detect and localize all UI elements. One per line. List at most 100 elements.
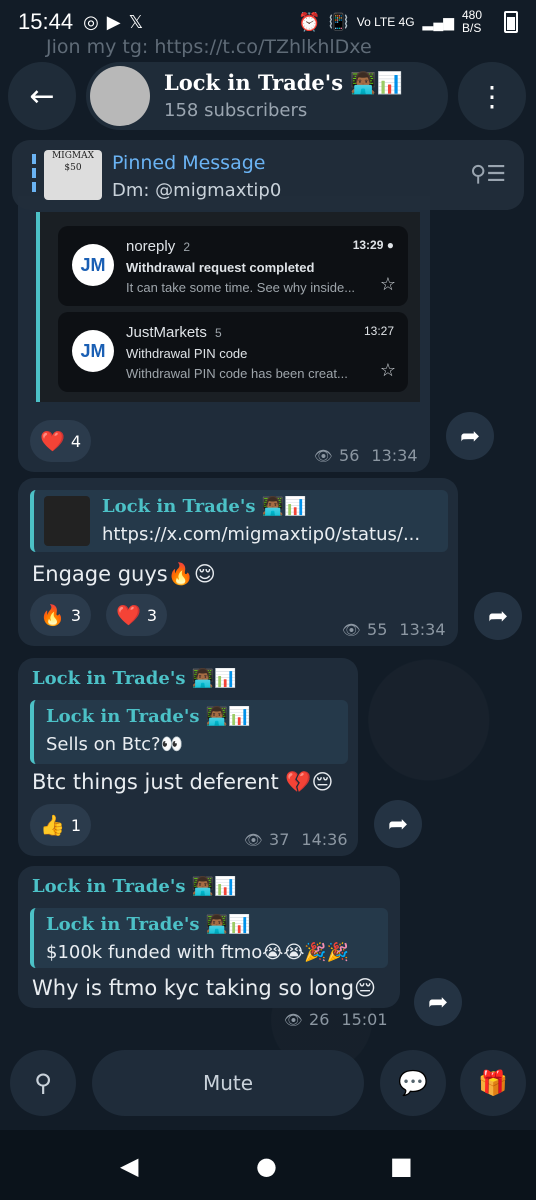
reaction-count: 3 (146, 605, 158, 625)
message-bubble: Lock in Trade's 👨🏾‍💻📊 Lock in Trade's 👨🏾… (18, 866, 400, 1029)
eye-icon: 👁 (244, 830, 264, 849)
share-icon: ➦ (459, 422, 481, 450)
bottom-bar: ⚲ Mute 💬 🎁 (0, 1050, 536, 1120)
pinned-thumbnail: MIGMAX $50 (44, 150, 102, 200)
heart-icon: ❤️ (116, 603, 141, 627)
reaction-count: 4 (70, 431, 82, 451)
email-time: 13:29 ● (352, 238, 394, 252)
chat-bubble-icon: 💬 (398, 1069, 428, 1097)
back-button[interactable]: ← (8, 62, 76, 130)
quote-sender: Lock in Trade's 👨🏾‍💻📊 (46, 706, 251, 727)
comment-button[interactable]: 💬 (380, 1050, 446, 1116)
chat-header: ← Lock in Trade's 👨🏾‍💻📊 158 subscribers … (0, 62, 536, 132)
whatsapp-icon: ◎ (83, 11, 99, 33)
sender-name: Lock in Trade's 👨🏾‍💻📊 (32, 876, 237, 897)
battery-icon (504, 11, 518, 33)
thumbs-up-icon: 👍 (40, 813, 65, 837)
email-item: JM JustMarkets 5 13:27 Withdrawal PIN co… (58, 312, 408, 392)
eye-icon: 👁 (342, 620, 362, 639)
view-count: 55 (367, 620, 388, 639)
signal-icon: ▂▄▆ (422, 13, 454, 30)
email-time: 13:27 (363, 324, 394, 338)
message-time: 14:36 (301, 830, 348, 849)
channel-info[interactable]: Lock in Trade's 👨🏾‍💻📊 158 subscribers (86, 62, 448, 130)
message-text: Btc things just deferent 💔😔 (32, 770, 334, 794)
email-sender: noreply 2 (126, 238, 190, 255)
email-sender: JustMarkets 5 (126, 324, 222, 341)
star-icon: ☆ (379, 274, 396, 295)
reaction-thumbs-up[interactable]: 👍 1 (30, 804, 92, 846)
email-preview: It can take some time. See why inside... (126, 280, 356, 295)
eye-icon: 👁 (314, 446, 334, 465)
message-meta: 👁 37 14:36 (244, 830, 348, 849)
status-bar: 15:44 ◎ ▶ 𝕏 ⏰ 📳 Vo LTE 4G ▂▄▆ 480 B/S (0, 0, 536, 44)
share-button[interactable]: ➦ (374, 800, 422, 848)
message-text: Why is ftmo kyc taking so long😔 (32, 976, 377, 1000)
reply-quote[interactable]: Lock in Trade's 👨🏾‍💻📊 $100k funded with … (30, 908, 388, 968)
star-icon: ☆ (379, 360, 396, 381)
more-options-button[interactable]: ⋮ (458, 62, 526, 130)
email-item: JM noreply 2 13:29 ● Withdrawal request … (58, 226, 408, 306)
reply-quote[interactable]: Lock in Trade's 👨🏾‍💻📊 Sells on Btc?👀 (30, 700, 348, 764)
sender-name: Lock in Trade's 👨🏾‍💻📊 (32, 668, 237, 689)
nav-back-icon[interactable]: ◀ (120, 1152, 138, 1180)
share-button[interactable]: ➦ (446, 412, 494, 460)
share-button[interactable]: ➦ (414, 978, 462, 1026)
nav-home-icon[interactable]: ● (256, 1152, 277, 1180)
pinned-thumbnail-text: MIGMAX $50 (51, 151, 95, 173)
email-from: JustMarkets (126, 324, 207, 341)
vibrate-icon: 📳 (328, 14, 349, 31)
quote-sender: Lock in Trade's 👨🏾‍💻📊 (46, 914, 251, 935)
share-button[interactable]: ➦ (474, 592, 522, 640)
message-image[interactable]: JM noreply 2 13:29 ● Withdrawal request … (36, 212, 420, 402)
quote-text: $100k funded with ftmo😭😭🎉🎉 (46, 942, 350, 963)
message-time: 13:34 (399, 620, 446, 639)
speed-label: 480 B/S (462, 8, 483, 35)
view-count: 37 (269, 830, 290, 849)
search-button[interactable]: ⚲ (10, 1050, 76, 1116)
gift-button[interactable]: 🎁 (460, 1050, 526, 1116)
nav-recents-icon[interactable]: ■ (390, 1152, 413, 1180)
email-avatar: JM (72, 244, 114, 286)
gift-icon: 🎁 (478, 1069, 508, 1097)
x-icon: 𝕏 (128, 11, 144, 33)
pin-list-icon[interactable]: ⚲☰ (470, 162, 506, 187)
email-subject: Withdrawal request completed (126, 260, 315, 275)
alarm-icon: ⏰ (298, 11, 321, 32)
quote-text: Sells on Btc?👀 (46, 734, 184, 755)
channel-avatar[interactable] (90, 66, 150, 126)
eye-icon: 👁 (284, 1010, 304, 1029)
view-count: 56 (339, 446, 360, 465)
message-meta: 👁 26 15:01 (284, 1010, 388, 1029)
link-preview[interactable]: Lock in Trade's 👨🏾‍💻📊 https://x.com/migm… (30, 490, 448, 552)
pinned-text: Dm: @migmaxtip0 (112, 180, 282, 201)
message-meta: 👁 55 13:34 (342, 620, 446, 639)
reaction-count: 1 (70, 815, 82, 835)
reaction-fire[interactable]: 🔥 3 (30, 594, 92, 636)
email-from: noreply (126, 238, 176, 255)
reaction-heart[interactable]: ❤️ 3 (106, 594, 168, 636)
email-time-text: 13:29 (352, 238, 384, 252)
link-title: Lock in Trade's 👨🏾‍💻📊 (102, 496, 307, 517)
message-bubble: Lock in Trade's 👨🏾‍💻📊 https://x.com/migm… (18, 478, 458, 646)
pinned-indicator (32, 154, 36, 196)
reaction-heart[interactable]: ❤️ 4 (30, 420, 92, 462)
pinned-message-bar[interactable]: MIGMAX $50 Pinned Message Dm: @migmaxtip… (12, 140, 524, 210)
reaction-count: 3 (70, 605, 82, 625)
share-icon: ➦ (387, 810, 409, 838)
email-count: 2 (183, 240, 191, 254)
clock: 15:44 (18, 9, 74, 34)
message-text: Engage guys🔥😌 (32, 562, 216, 586)
message-time: 15:01 (341, 1010, 388, 1029)
share-icon: ➦ (427, 988, 449, 1016)
arrow-left-icon: ← (29, 78, 55, 114)
share-icon: ➦ (487, 602, 509, 630)
mute-button[interactable]: Mute (92, 1050, 364, 1116)
message-bubble: Lock in Trade's 👨🏾‍💻📊 Lock in Trade's 👨🏾… (18, 658, 358, 856)
search-icon: ⚲ (34, 1069, 52, 1097)
email-subject: Withdrawal PIN code (126, 346, 248, 361)
channel-title: Lock in Trade's 👨🏾‍💻📊 (164, 70, 403, 95)
email-preview: Withdrawal PIN code has been creat... (126, 366, 348, 381)
pinned-title: Pinned Message (112, 152, 266, 174)
view-count: 26 (309, 1010, 330, 1029)
